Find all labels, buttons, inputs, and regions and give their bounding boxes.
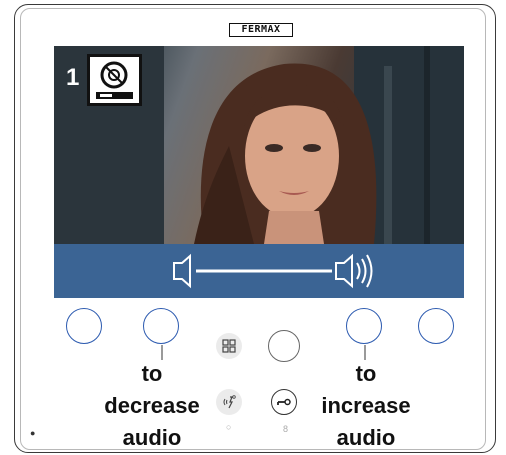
soft-button-2-decrease-audio[interactable]: [143, 308, 179, 344]
caption-left-line1: to: [141, 361, 163, 386]
status-dot-icon: ●: [30, 428, 36, 438]
video-feed: 1: [54, 46, 464, 244]
caption-right-line3: audio: [336, 425, 396, 450]
callout-line-right: [364, 345, 366, 360]
door-key-icon[interactable]: [271, 389, 297, 415]
microphone-dot-icon: 8: [283, 424, 289, 434]
caption-right-line2: increase: [321, 393, 411, 418]
brand-logo: FERMAX: [229, 23, 293, 37]
camera-number: 1: [66, 64, 80, 91]
soft-button-4[interactable]: [418, 308, 454, 344]
speaker-high-icon[interactable]: [335, 253, 373, 289]
caption-left: to decrease audio: [82, 361, 222, 451]
camera-station-icon: [87, 54, 142, 106]
caption-right-line1: to: [355, 361, 377, 386]
callout-line-left: [161, 345, 163, 360]
soft-button-1[interactable]: [66, 308, 102, 344]
speaker-low-icon[interactable]: [173, 253, 191, 289]
monitor-screen: 1: [54, 46, 464, 298]
caption-left-line3: audio: [122, 425, 182, 450]
menu-grid-icon[interactable]: [216, 333, 242, 359]
led-indicator-icon: ○: [226, 422, 232, 432]
caption-left-line2: decrease: [104, 393, 200, 418]
audio-volume-bar[interactable]: [54, 244, 464, 298]
soft-button-3-increase-audio[interactable]: [346, 308, 382, 344]
caption-right: to increase audio: [296, 361, 436, 451]
center-button[interactable]: [268, 330, 300, 362]
